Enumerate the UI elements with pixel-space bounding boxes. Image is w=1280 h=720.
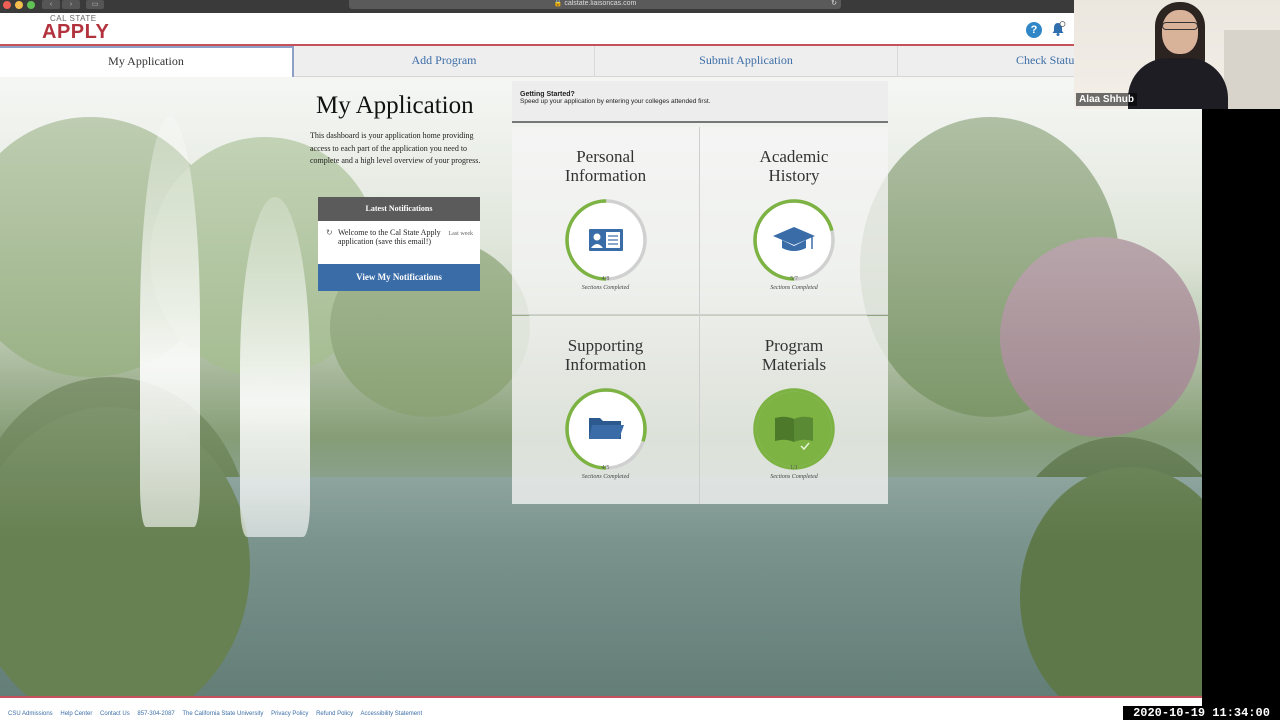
section-title: Academic History (759, 147, 829, 185)
refresh-icon: ↻ (326, 228, 333, 237)
footer-phone[interactable]: 857-304-2087 (137, 711, 174, 717)
footer-links: CSU Admissions Help Center Contact Us 85… (8, 711, 428, 717)
footer-link-accessibility[interactable]: Accessibility Statement (360, 711, 422, 717)
section-count: 4/5 (601, 465, 610, 471)
footer-link-privacy-policy[interactable]: Privacy Policy (271, 711, 308, 717)
lock-icon: 🔒 (553, 0, 563, 7)
page-title: My Application (316, 92, 474, 119)
back-button[interactable]: ‹ (42, 0, 60, 9)
participant-video: Alaa Shhub (1074, 0, 1280, 109)
address-bar[interactable]: 🔒 calstate.liaisoncas.com ↻ (349, 0, 841, 9)
address-bar-url: calstate.liaisoncas.com (564, 0, 637, 7)
section-status: Sections Completed (770, 285, 818, 291)
video-call-sidebar (1202, 109, 1280, 720)
footer-link-csu[interactable]: The California State University (182, 711, 263, 717)
site-header: CAL STATE APPLY ? (0, 13, 1202, 46)
section-count: 1/1 (790, 465, 798, 471)
web-page: CAL STATE APPLY ? My Application Add Pro… (0, 13, 1202, 720)
refresh-button[interactable]: ↻ (831, 0, 837, 8)
progress-ring (753, 388, 835, 470)
close-window-icon[interactable] (3, 1, 11, 9)
notifications-panel: Latest Notifications ↻ Welcome to the Ca… (318, 197, 480, 291)
section-title: Program Materials (761, 336, 827, 374)
tab-add-program[interactable]: Add Program (294, 46, 595, 77)
section-card-academic-history[interactable]: Academic History 5/7 Sections Completed (700, 127, 888, 315)
notification-item[interactable]: ↻ Welcome to the Cal State Apply applica… (318, 221, 480, 264)
tab-my-application[interactable]: My Application (0, 46, 294, 77)
footer-link-refund-policy[interactable]: Refund Policy (316, 711, 353, 717)
getting-started-title: Getting Started? (520, 91, 575, 98)
footer-link-csu-admissions[interactable]: CSU Admissions (8, 711, 53, 717)
tab-submit-application[interactable]: Submit Application (595, 46, 898, 77)
getting-started-text: Speed up your application by entering yo… (520, 98, 711, 105)
maximize-window-icon[interactable] (27, 1, 35, 9)
forward-button[interactable]: › (62, 0, 80, 9)
view-notifications-button[interactable]: View My Notifications (318, 264, 480, 291)
cal-state-apply-logo[interactable]: APPLY (42, 21, 109, 44)
section-card-program-materials[interactable]: Program Materials 1/1 Sections Completed (700, 316, 888, 504)
page-description: This dashboard is your application home … (310, 131, 481, 165)
getting-started-banner[interactable]: Getting Started? Speed up your applicati… (512, 81, 888, 123)
progress-ring (753, 199, 835, 281)
recording-timestamp: 2020-10-19 11:34:00 (1123, 706, 1280, 720)
notifications-bell-icon[interactable] (1050, 21, 1066, 37)
minimize-window-icon[interactable] (15, 1, 23, 9)
section-status: Sections Completed (770, 474, 818, 480)
section-title: Personal Information (564, 147, 647, 185)
notification-time: Last week (448, 231, 474, 237)
footer-link-help-center[interactable]: Help Center (60, 711, 92, 717)
participant-name: Alaa Shhub (1076, 93, 1138, 106)
progress-ring (565, 388, 647, 470)
notifications-heading: Latest Notifications (318, 197, 480, 221)
notification-text: Welcome to the Cal State Apply applicati… (338, 228, 441, 246)
section-count: 4/8 (601, 276, 610, 282)
help-icon[interactable]: ? (1026, 22, 1042, 38)
site-footer: CSU Admissions Help Center Contact Us 85… (0, 696, 1202, 720)
section-count: 5/7 (790, 276, 798, 282)
section-title: Supporting Information (564, 336, 647, 374)
sidebar-toggle-button[interactable]: ▭ (86, 0, 104, 9)
progress-ring (565, 199, 647, 281)
section-status: Sections Completed (581, 474, 630, 480)
application-sections-grid: Personal Information 4/8 Sections Comple… (512, 127, 888, 504)
section-status: Sections Completed (581, 285, 630, 291)
id-card-icon (589, 229, 623, 251)
application-tabs: My Application Add Program Submit Applic… (0, 46, 1202, 77)
folder-icon (589, 418, 624, 439)
section-card-personal-information[interactable]: Personal Information 4/8 Sections Comple… (512, 127, 700, 315)
footer-link-contact-us[interactable]: Contact Us (100, 711, 130, 717)
section-card-supporting-information[interactable]: Supporting Information 4/5 Sections Compl… (512, 316, 700, 504)
